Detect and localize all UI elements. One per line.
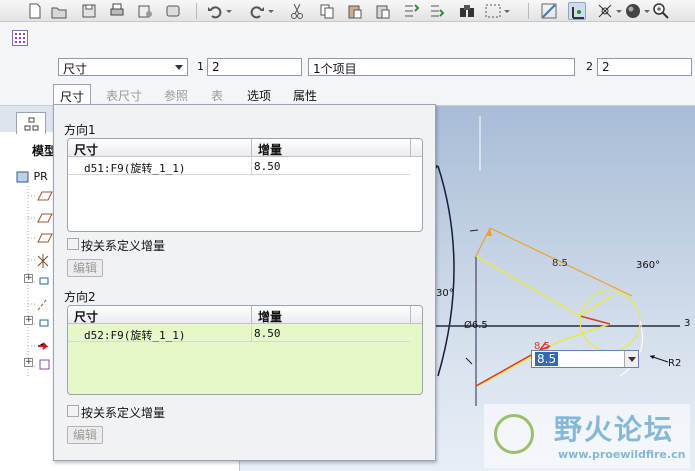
watermark-url: www.proewildfire.cn xyxy=(558,448,686,461)
part-icon xyxy=(16,171,29,183)
direction2-number-label: 2 xyxy=(586,60,593,73)
feature-dashboard: 尺寸 1 2 1个项目 2 2 尺寸 表尺寸 参照 表 选项 属性 xyxy=(0,22,695,106)
direction1-title: 方向1 xyxy=(64,123,96,137)
tree-root-node[interactable]: PR xyxy=(16,170,48,184)
expand-icon[interactable]: + xyxy=(24,358,33,367)
redo-icon[interactable] xyxy=(248,2,274,20)
datum-axis-icon[interactable] xyxy=(568,2,586,20)
tab-dimensions[interactable]: 尺寸 xyxy=(53,84,92,104)
save-icon[interactable] xyxy=(80,2,98,20)
table-row[interactable]: d52:F9(旋转_1_1) 8.50 xyxy=(68,325,410,342)
dim-360-label: 360° xyxy=(636,260,660,271)
direction1-table[interactable]: 尺寸 增量 d51:F9(旋转_1_1) 8.50 xyxy=(67,138,423,232)
regen-manager-icon[interactable] xyxy=(428,2,446,20)
row-increment-cell[interactable]: 8.50 xyxy=(254,160,281,173)
datum-display-icon[interactable] xyxy=(540,2,558,20)
open-file-icon[interactable] xyxy=(50,2,68,20)
relation-increment-checkbox[interactable] xyxy=(67,405,79,417)
select-box-icon[interactable] xyxy=(484,2,510,20)
find-icon[interactable] xyxy=(458,2,476,20)
dim-right-label: 3 xyxy=(684,318,690,329)
col-dimension-header: 尺寸 xyxy=(74,143,99,157)
main-toolbar xyxy=(0,0,695,22)
paste-icon[interactable] xyxy=(346,2,364,20)
dim-diameter-label: Ø6.5 xyxy=(464,319,488,331)
table-header: 尺寸 增量 xyxy=(68,139,422,157)
row-dimension-cell: d51:F9(旋转_1_1) xyxy=(84,162,186,175)
tree-structure-icon xyxy=(24,117,39,131)
tab-references[interactable]: 参照 xyxy=(158,84,194,104)
watermark: 野火论坛 www.proewildfire.cn xyxy=(484,404,690,468)
new-file-icon[interactable] xyxy=(26,2,44,20)
pattern-type-value: 尺寸 xyxy=(63,62,88,76)
chevron-down-icon xyxy=(175,65,183,70)
col-dimension-header: 尺寸 xyxy=(74,310,99,324)
direction1-number-label: 1 xyxy=(197,60,204,73)
edit-button[interactable]: 编辑 xyxy=(67,426,103,444)
expand-icon[interactable]: + xyxy=(24,316,33,325)
pattern-type-select[interactable]: 尺寸 xyxy=(58,58,188,76)
row-increment-cell[interactable]: 8.50 xyxy=(254,327,281,340)
paste-special-icon[interactable] xyxy=(374,2,392,20)
shading-icon[interactable] xyxy=(624,2,650,20)
direction1-items-field[interactable]: 1个项目 xyxy=(308,58,575,76)
direction2-table[interactable]: 尺寸 增量 d52:F9(旋转_1_1) 8.50 xyxy=(67,305,423,395)
cut-icon[interactable] xyxy=(288,2,306,20)
dim-radius-label: R2 xyxy=(668,358,681,369)
dim-30-label: 30° xyxy=(436,288,454,299)
dimension-value-text: 8.5 xyxy=(535,352,559,366)
relation-increment-checkbox[interactable] xyxy=(67,238,79,250)
col-increment-header: 增量 xyxy=(258,143,283,157)
regenerate-icon[interactable] xyxy=(402,2,420,20)
send-icon[interactable] xyxy=(136,2,154,20)
edit-button[interactable]: 编辑 xyxy=(67,259,103,277)
tab-properties[interactable]: 属性 xyxy=(287,84,323,104)
repaint-icon[interactable] xyxy=(164,2,182,20)
tree-root-label: PR xyxy=(33,170,48,183)
expand-icon[interactable]: + xyxy=(24,274,33,283)
col-increment-header: 增量 xyxy=(258,310,283,324)
direction2-title: 方向2 xyxy=(64,290,96,304)
dimensions-slideup-panel: 方向1 尺寸 增量 d51:F9(旋转_1_1) 8.50 按关系定义增量 编辑… xyxy=(53,104,436,461)
table-row[interactable]: d51:F9(旋转_1_1) 8.50 xyxy=(68,158,410,175)
forum-logo-icon xyxy=(494,414,534,454)
watermark-title: 野火论坛 xyxy=(554,413,675,446)
tab-table-dimensions[interactable]: 表尺寸 xyxy=(100,84,148,104)
undo-icon[interactable] xyxy=(206,2,232,20)
table-header: 尺寸 增量 xyxy=(68,306,422,324)
direction2-count-input[interactable]: 2 xyxy=(597,58,692,76)
copy-icon[interactable] xyxy=(318,2,336,20)
relation-increment-label: 按关系定义增量 xyxy=(81,406,166,420)
spin-center-icon[interactable] xyxy=(596,2,622,20)
direction1-items-value: 1个项目 xyxy=(313,62,357,76)
dimension-value-input[interactable]: 8.5 xyxy=(531,350,639,368)
zoom-in-icon[interactable] xyxy=(652,2,670,20)
relation-increment-label: 按关系定义增量 xyxy=(81,239,166,253)
tab-options[interactable]: 选项 xyxy=(241,84,277,104)
chevron-down-icon[interactable] xyxy=(624,351,638,367)
row-dimension-cell: d52:F9(旋转_1_1) xyxy=(84,329,186,342)
direction1-count-value: 2 xyxy=(212,60,220,74)
pattern-feature-icon xyxy=(12,30,28,46)
print-icon[interactable] xyxy=(108,2,126,20)
tab-table[interactable]: 表 xyxy=(205,84,229,104)
model-tree-tab[interactable] xyxy=(16,112,46,134)
direction2-count-value: 2 xyxy=(602,60,610,74)
direction1-count-input[interactable]: 2 xyxy=(207,58,302,76)
dim-angle-top-label: 8.5 xyxy=(552,258,568,269)
